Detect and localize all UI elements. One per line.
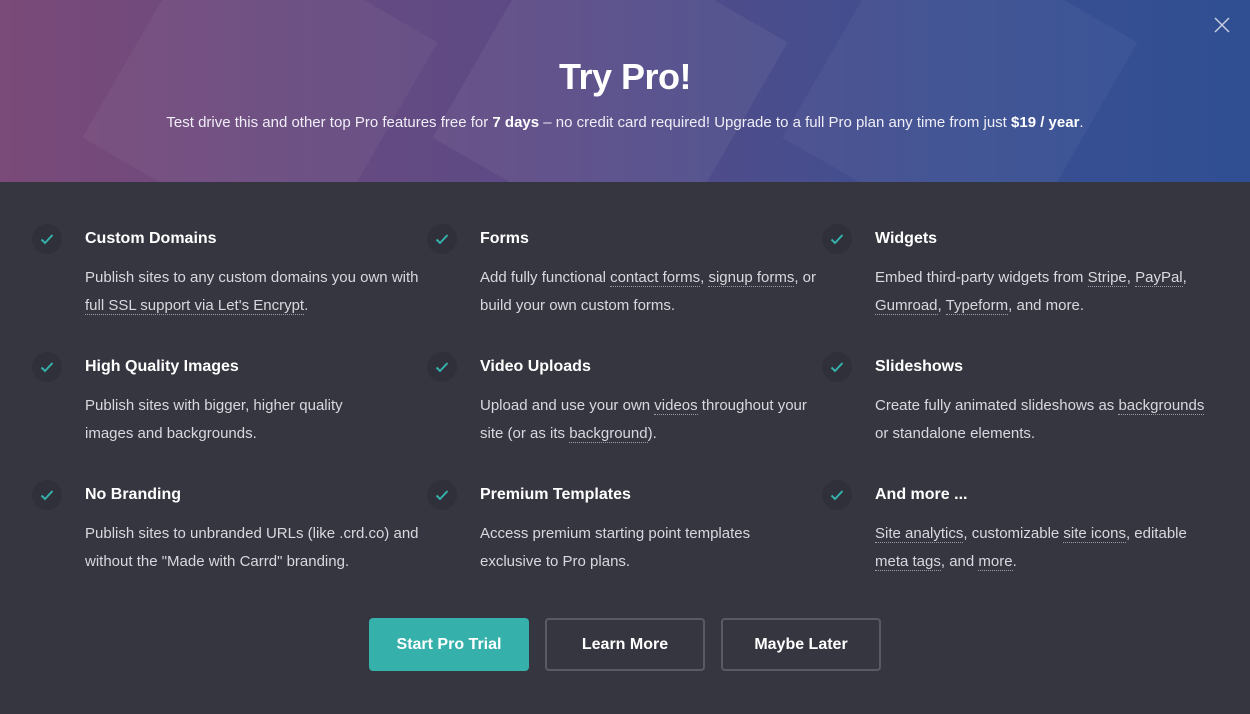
signup-forms-link[interactable]: signup forms [708, 269, 795, 287]
ssl-link[interactable]: full SSL support via Let's Encrypt [85, 297, 305, 315]
feature-text: Publish sites to any custom domains you … [85, 269, 419, 286]
paypal-link[interactable]: PayPal [1135, 269, 1183, 287]
try-pro-modal: Try Pro! Test drive this and other top P… [0, 0, 1250, 714]
feature-text: or standalone elements. [875, 425, 1036, 442]
feature-text: , editable [1125, 525, 1187, 542]
feature-text: Publish sites with bigger, higher qualit… [85, 397, 343, 442]
gumroad-link[interactable]: Gumroad [875, 297, 938, 315]
learn-more-button[interactable]: Learn More [545, 618, 705, 671]
check-icon [32, 480, 62, 510]
feature-text: , customizable [963, 525, 1064, 542]
feature-title: Video Uploads [480, 358, 591, 375]
site-analytics-link[interactable]: Site analytics [875, 525, 964, 543]
site-icons-link[interactable]: site icons [1063, 525, 1126, 543]
feature-text: Publish sites to unbranded URLs (like .c… [85, 525, 419, 570]
check-icon [822, 480, 852, 510]
feature-text: , [1126, 269, 1136, 286]
feature-title: Slideshows [875, 358, 964, 375]
feature-text: Create fully animated slideshows as [875, 397, 1119, 414]
feature-description: Upload and use your own videos throughou… [480, 392, 820, 448]
feature-text: , [937, 297, 946, 314]
feature-description: Publish sites to any custom domains you … [85, 264, 425, 320]
feature-text: , [1182, 269, 1187, 286]
feature-title: And more ... [875, 486, 968, 503]
modal-subtitle: Test drive this and other top Pro featur… [0, 114, 1250, 131]
feature-title: Custom Domains [85, 230, 217, 247]
contact-forms-link[interactable]: contact forms [610, 269, 701, 287]
feature-description: Create fully animated slideshows as back… [875, 392, 1215, 448]
feature-title: Forms [480, 230, 529, 247]
trial-days: 7 days [492, 114, 540, 131]
videos-link[interactable]: videos [654, 397, 698, 415]
modal-header: Try Pro! Test drive this and other top P… [0, 0, 1250, 182]
subtitle-text: Test drive this and other top Pro featur… [166, 114, 493, 131]
feature-text: , and more. [1008, 297, 1085, 314]
modal-title: Try Pro! [558, 56, 692, 97]
check-icon [427, 352, 457, 382]
feature-title: High Quality Images [85, 358, 239, 375]
feature-text: ). [647, 425, 657, 442]
background-link[interactable]: background [569, 425, 648, 443]
feature-title: Widgets [875, 230, 938, 247]
feature-text: , and [940, 553, 979, 570]
feature-description: Site analytics, customizable site icons,… [875, 520, 1215, 576]
feature-description: Add fully functional contact forms, sign… [480, 264, 820, 320]
maybe-later-button[interactable]: Maybe Later [721, 618, 881, 671]
feature-text: Access premium starting point templates … [480, 525, 751, 570]
check-icon [427, 224, 457, 254]
feature-text: . [1012, 553, 1017, 570]
subtitle-text: – no credit card required! Upgrade to a … [539, 114, 1012, 131]
feature-text: Upload and use your own [480, 397, 655, 414]
feature-title: Premium Templates [480, 486, 631, 503]
check-icon [32, 352, 62, 382]
subtitle-text: . [1079, 114, 1084, 131]
typeform-link[interactable]: Typeform [945, 297, 1009, 315]
stripe-link[interactable]: Stripe [1087, 269, 1127, 287]
close-icon[interactable] [1212, 15, 1232, 35]
feature-description: Publish sites to unbranded URLs (like .c… [85, 520, 425, 576]
feature-description: Embed third-party widgets from Stripe, P… [875, 264, 1215, 320]
check-icon [427, 480, 457, 510]
more-link[interactable]: more [978, 553, 1013, 571]
pro-price: $19 / year [1011, 114, 1080, 131]
meta-tags-link[interactable]: meta tags [875, 553, 941, 571]
feature-description: Publish sites with bigger, higher qualit… [85, 392, 375, 448]
check-icon [822, 352, 852, 382]
feature-text: Embed third-party widgets from [875, 269, 1088, 286]
feature-title: No Branding [85, 486, 181, 503]
check-icon [822, 224, 852, 254]
feature-text: . [304, 297, 309, 314]
feature-text: Add fully functional [480, 269, 611, 286]
backgrounds-link[interactable]: backgrounds [1118, 397, 1205, 415]
feature-description: Access premium starting point templates … [480, 520, 790, 576]
start-pro-trial-button[interactable]: Start Pro Trial [369, 618, 529, 671]
check-icon [32, 224, 62, 254]
